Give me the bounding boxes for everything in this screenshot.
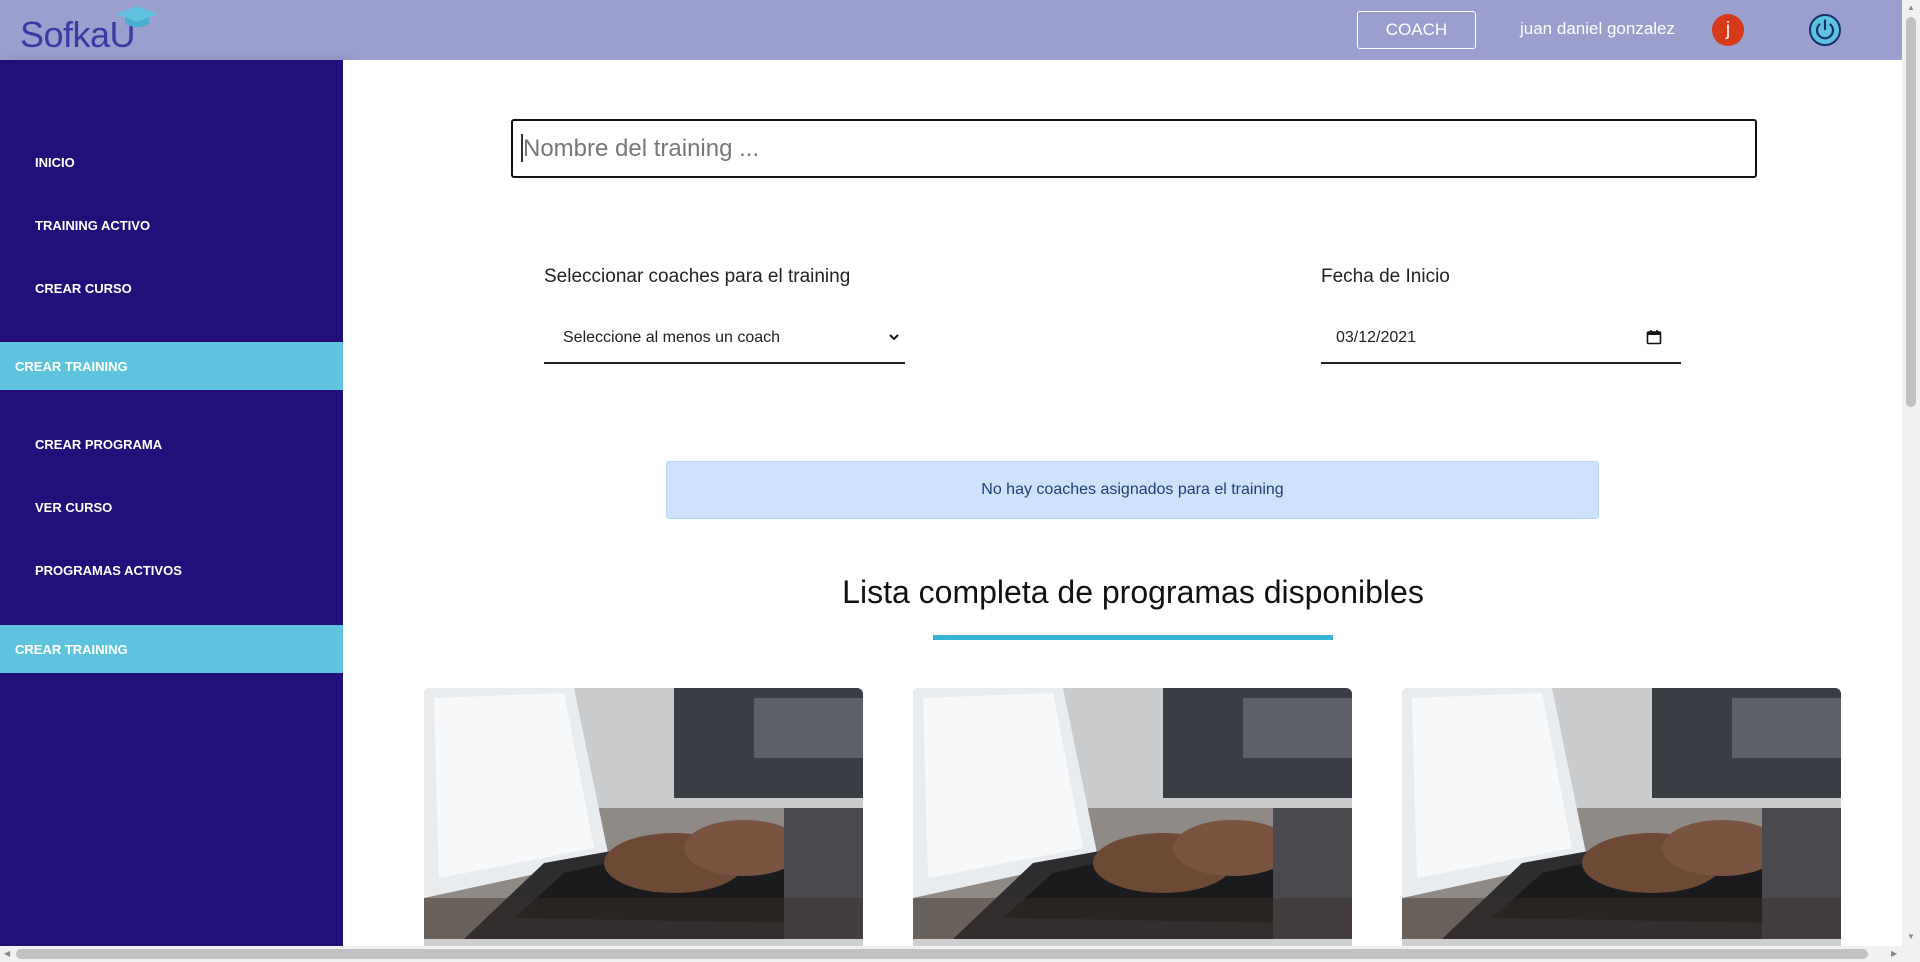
scroll-up-icon[interactable]: ▲ — [1907, 3, 1915, 12]
card-footer — [424, 939, 863, 946]
user-name: juan daniel gonzalez — [1520, 19, 1676, 38]
chevron-down-icon — [889, 334, 899, 341]
sidebar-item-crear-training[interactable]: CREAR TRAINING — [0, 342, 343, 390]
title-underline — [933, 635, 1333, 640]
sidebar: INICIO TRAINING ACTIVO CREAR CURSO CREAR… — [0, 60, 343, 946]
coaches-label: Seleccionar coaches para el training — [544, 266, 851, 287]
start-date-value: 03/12/2021 — [1336, 328, 1417, 346]
sidebar-item-crear-curso[interactable]: CREAR CURSO — [0, 264, 343, 312]
calendar-icon[interactable] — [1646, 329, 1662, 345]
sidebar-item-ver-curso[interactable]: VER CURSO — [0, 483, 343, 531]
coach-select-value: Seleccione al menos un coach — [563, 328, 781, 346]
avatar[interactable]: j — [1712, 14, 1744, 46]
alert-message: No hay coaches asignados para el trainin… — [981, 481, 1284, 498]
main-content: Seleccionar coaches para el training Sel… — [343, 60, 1902, 946]
laptop-typing-photo — [424, 688, 863, 939]
scroll-right-icon[interactable]: ▶ — [1891, 949, 1897, 958]
program-card[interactable] — [424, 688, 863, 946]
program-card[interactable] — [913, 688, 1352, 946]
top-header: SofkaU COACH juan daniel gonzalez j — [0, 0, 1902, 60]
programs-section-title: Lista completa de programas disponibles — [842, 574, 1424, 610]
sidebar-item-crear-training-2[interactable]: CREAR TRAINING — [0, 625, 343, 673]
program-card[interactable] — [1402, 688, 1841, 946]
training-name-input[interactable] — [511, 119, 1757, 178]
laptop-typing-photo — [1402, 688, 1841, 939]
role-coach-button[interactable]: COACH — [1357, 11, 1476, 49]
coach-select[interactable]: Seleccione al menos un coach — [544, 313, 905, 364]
card-footer — [1402, 939, 1841, 946]
sofkau-logo[interactable]: SofkaU — [20, 6, 160, 55]
start-date-input[interactable]: 03/12/2021 — [1321, 313, 1681, 364]
sidebar-item-programas-activos[interactable]: PROGRAMAS ACTIVOS — [0, 546, 343, 594]
vertical-scroll-thumb[interactable] — [1906, 17, 1916, 407]
scroll-left-icon[interactable]: ◀ — [4, 949, 10, 958]
sidebar-item-training-activo[interactable]: TRAINING ACTIVO — [0, 201, 343, 249]
text-cursor — [521, 134, 523, 162]
no-coaches-alert: No hay coaches asignados para el trainin… — [666, 461, 1599, 519]
horizontal-scroll-thumb[interactable] — [16, 949, 1868, 959]
sidebar-item-inicio[interactable]: INICIO — [0, 138, 343, 186]
graduation-cap-icon — [116, 6, 158, 27]
start-date-label: Fecha de Inicio — [1321, 266, 1450, 287]
power-icon[interactable] — [1808, 13, 1842, 47]
card-footer — [913, 939, 1352, 946]
sidebar-item-crear-programa[interactable]: CREAR PROGRAMA — [0, 420, 343, 468]
laptop-typing-photo — [913, 688, 1352, 939]
scroll-down-icon[interactable]: ▼ — [1907, 932, 1915, 941]
horizontal-scrollbar[interactable]: ◀ ▶ — [0, 946, 1920, 962]
vertical-scrollbar[interactable]: ▲ ▼ — [1902, 0, 1920, 946]
